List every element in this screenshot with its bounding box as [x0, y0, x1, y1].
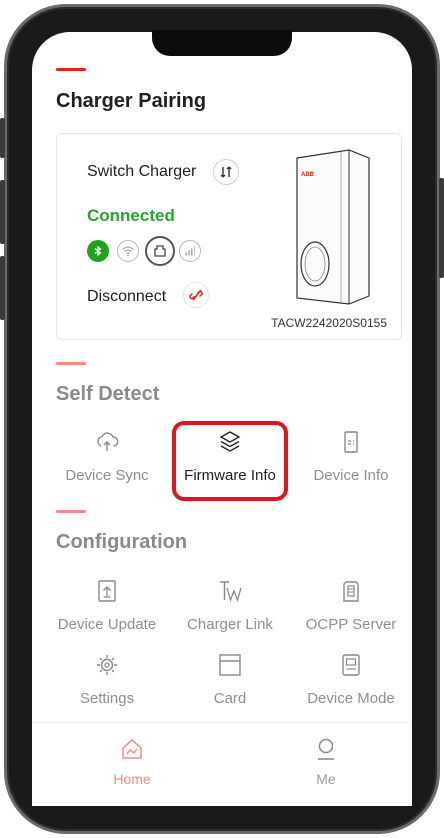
wifi-icon: [122, 246, 134, 257]
device-sync-label: Device Sync: [65, 467, 149, 484]
tab-me-label: Me: [316, 771, 336, 787]
phone-side-button: [439, 178, 444, 278]
device-mode-tile[interactable]: Device Mode: [291, 652, 411, 712]
unlink-icon: [189, 289, 203, 301]
charger-serial: TACW2242020S0155: [271, 316, 387, 330]
ethernet-icon: [154, 245, 166, 257]
device-info-icon: [344, 431, 358, 453]
charger-link-label: Charger Link: [187, 616, 273, 633]
brand-logo: ABB: [301, 172, 315, 178]
ocpp-server-tile[interactable]: OCPP Server: [291, 578, 411, 638]
home-icon: [122, 738, 142, 759]
self-detect-title: Self Detect: [56, 383, 160, 405]
phone-side-button: [0, 118, 5, 158]
charger-card: Switch Charger Connected Disconnect ABB …: [56, 133, 402, 340]
disconnect-label: Disconnect: [87, 288, 167, 305]
settings-tile[interactable]: Settings: [47, 652, 167, 712]
switch-charger-button[interactable]: [213, 159, 239, 185]
charger-link-tile[interactable]: Charger Link: [170, 578, 290, 638]
ethernet-status: [145, 236, 175, 266]
charger-link-icon: [220, 581, 242, 603]
device-info-label: Device Info: [313, 467, 389, 484]
device-mode-label: Device Mode: [307, 690, 395, 707]
page-title: Charger Pairing: [56, 90, 207, 112]
wifi-status: [117, 240, 139, 262]
bottom-tab-bar: Home Me: [32, 722, 412, 806]
card-icon: [219, 654, 241, 676]
device-update-tile[interactable]: Device Update: [47, 578, 167, 638]
swap-arrows-icon: [220, 166, 232, 178]
phone-side-button: [0, 180, 5, 244]
header-accent: [56, 68, 86, 71]
server-icon: [343, 581, 359, 602]
profile-icon: [318, 738, 334, 760]
device-mode-icon: [342, 654, 360, 676]
bluetooth-status: [87, 240, 109, 262]
charger-image: ABB: [296, 149, 370, 305]
gear-icon: [97, 655, 117, 675]
connection-status: Connected: [87, 206, 175, 225]
card-tile[interactable]: Card: [170, 652, 290, 712]
settings-label: Settings: [79, 690, 135, 707]
tab-me[interactable]: Me: [266, 737, 386, 787]
cloud-sync-icon: [97, 432, 119, 451]
device-update-label: Device Update: [57, 616, 157, 633]
ocpp-server-label: OCPP Server: [305, 616, 397, 633]
bluetooth-icon: [94, 245, 102, 257]
phone-side-button: [0, 256, 5, 320]
device-info-tile[interactable]: Device Info: [291, 429, 411, 489]
card-label: Card: [213, 690, 247, 707]
selection-highlight: [172, 421, 288, 501]
configuration-accent: [56, 510, 86, 513]
signal-bars-icon: [185, 246, 196, 256]
disconnect-button[interactable]: [183, 282, 209, 308]
phone-notch: [152, 30, 292, 56]
configuration-title: Configuration: [56, 531, 188, 553]
device-sync-tile[interactable]: Device Sync: [47, 429, 167, 489]
upload-icon: [98, 580, 116, 602]
tab-home-label: Home: [113, 771, 151, 787]
switch-charger-label: Switch Charger: [87, 163, 197, 180]
tab-home[interactable]: Home: [72, 737, 192, 787]
cellular-status: [179, 240, 201, 262]
self-detect-accent: [56, 362, 86, 365]
